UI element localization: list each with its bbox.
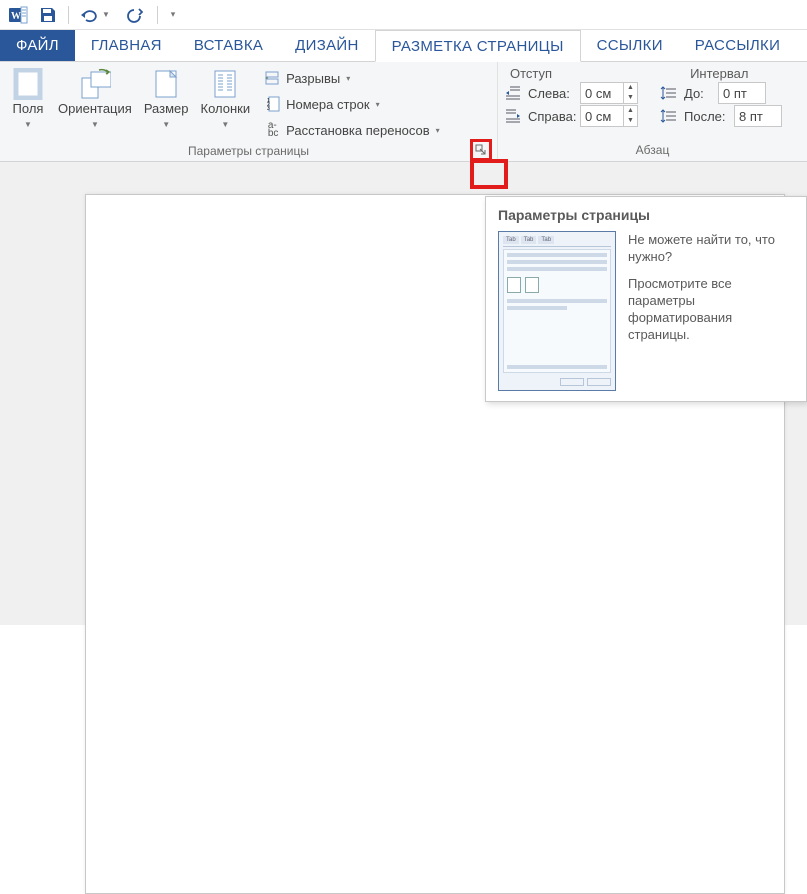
- tooltip-preview-image: TabTabTab: [498, 231, 616, 391]
- tab-mailings[interactable]: РАССЫЛКИ: [679, 30, 786, 61]
- columns-label: Колонки: [201, 101, 251, 116]
- tab-references[interactable]: ССЫЛКИ: [581, 30, 679, 61]
- orientation-label: Ориентация: [58, 101, 132, 116]
- spacing-before-label: До:: [684, 86, 712, 101]
- svg-text:3: 3: [267, 106, 270, 112]
- tab-design[interactable]: ДИЗАЙН: [279, 30, 374, 61]
- indent-right-label: Справа:: [528, 109, 574, 124]
- columns-icon: [209, 68, 241, 100]
- indent-left-label: Слева:: [528, 86, 574, 101]
- indent-right-icon: [504, 108, 522, 124]
- margins-icon: [12, 68, 44, 100]
- indent-left-icon: [504, 85, 522, 101]
- orientation-button[interactable]: Ориентация▼: [54, 66, 136, 134]
- tab-home[interactable]: ГЛАВНАЯ: [75, 30, 178, 61]
- svg-text:W: W: [11, 11, 21, 22]
- line-numbers-icon: 123: [264, 95, 282, 113]
- orientation-icon: [79, 68, 111, 100]
- size-label: Размер: [144, 101, 189, 116]
- quick-access-toolbar: W ▼ ▾: [0, 0, 807, 30]
- indent-left-input[interactable]: ▲▼: [580, 82, 638, 104]
- page-setup-group-label: Параметры страницы: [188, 144, 309, 158]
- undo-button[interactable]: ▼: [75, 3, 115, 27]
- breaks-button[interactable]: Разрывы ▾: [262, 66, 442, 90]
- indent-right-input[interactable]: ▲▼: [580, 105, 638, 127]
- page-setup-launcher[interactable]: [473, 142, 489, 158]
- spacing-after-icon: [660, 108, 678, 124]
- spacing-after-label: После:: [684, 109, 728, 124]
- save-button[interactable]: [34, 3, 62, 27]
- spacing-before-input[interactable]: [718, 82, 766, 104]
- tab-file[interactable]: ФАЙЛ: [0, 30, 75, 61]
- ribbon-tabs: ФАЙЛ ГЛАВНАЯ ВСТАВКА ДИЗАЙН РАЗМЕТКА СТР…: [0, 30, 807, 62]
- columns-button[interactable]: Колонки▼: [197, 66, 255, 134]
- ribbon: Поля▼ Ориентация▼ Размер▼ Колонки▼: [0, 62, 807, 162]
- qat-customize[interactable]: ▾: [164, 3, 182, 27]
- tooltip-text-2: Просмотрите все параметры форматирования…: [628, 275, 794, 343]
- size-button[interactable]: Размер▼: [140, 66, 193, 134]
- line-numbers-button[interactable]: 123 Номера строк ▾: [262, 92, 442, 116]
- spacing-header: Интервал: [690, 66, 748, 81]
- tooltip-text-1: Не можете найти то, что нужно?: [628, 231, 794, 265]
- paragraph-group-label: Абзац: [636, 143, 670, 157]
- word-app-icon[interactable]: W: [4, 3, 32, 27]
- indent-header: Отступ: [510, 66, 552, 81]
- group-paragraph: Отступ Интервал Слева: ▲▼ До: Справа: [498, 62, 807, 161]
- tab-insert[interactable]: ВСТАВКА: [178, 30, 279, 61]
- margins-button[interactable]: Поля▼: [6, 66, 50, 134]
- hyphenation-label: Расстановка переносов: [286, 123, 430, 138]
- size-icon: [150, 68, 182, 100]
- redo-button[interactable]: [117, 3, 151, 27]
- breaks-icon: [264, 69, 282, 87]
- spacing-after-input[interactable]: [734, 105, 782, 127]
- line-numbers-label: Номера строк: [286, 97, 369, 112]
- tooltip-title: Параметры страницы: [498, 207, 794, 223]
- margins-label: Поля: [13, 101, 44, 116]
- spacing-before-icon: [660, 85, 678, 101]
- breaks-label: Разрывы: [286, 71, 340, 86]
- hyphenation-button[interactable]: a-bc Расстановка переносов ▾: [262, 118, 442, 142]
- paragraph-launcher[interactable]: [755, 142, 771, 158]
- group-page-setup: Поля▼ Ориентация▼ Размер▼ Колонки▼: [0, 62, 498, 161]
- hyphenation-icon: a-bc: [264, 121, 282, 139]
- tab-page-layout[interactable]: РАЗМЕТКА СТРАНИЦЫ: [375, 30, 581, 62]
- page-setup-tooltip: Параметры страницы TabTabTab Не можете н…: [485, 196, 807, 402]
